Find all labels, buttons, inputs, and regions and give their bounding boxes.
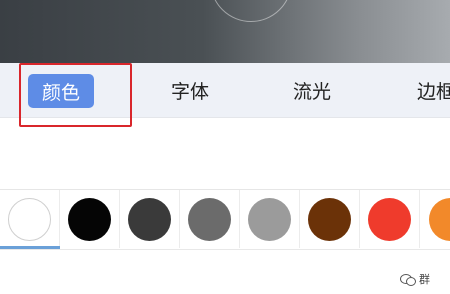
swatch-orange[interactable] [420, 190, 450, 248]
swatch-black-dot [68, 197, 111, 241]
tab-border[interactable]: 边框 [405, 63, 450, 117]
tab-font[interactable]: 字体 [160, 63, 220, 117]
bottom-divider [0, 249, 450, 250]
preview-area [0, 0, 450, 63]
swatch-black[interactable] [60, 190, 120, 248]
swatch-brown-dot [308, 197, 351, 241]
tab-streamer[interactable]: 流光 [282, 63, 342, 117]
swatch-light-gray[interactable] [240, 190, 300, 248]
swatch-dark-gray-dot [128, 197, 171, 241]
swatch-brown[interactable] [300, 190, 360, 248]
watermark: 群 [400, 271, 430, 287]
swatch-red-dot [368, 197, 411, 241]
swatch-dark-gray[interactable] [120, 190, 180, 248]
swatch-gray-dot [188, 197, 231, 241]
app-screen: 颜色 字体 流光 边框 群 [0, 0, 450, 294]
tab-bar: 颜色 字体 流光 边框 [0, 63, 450, 118]
swatch-white[interactable] [0, 190, 60, 248]
preview-circle [210, 0, 292, 22]
swatch-white-dot [8, 197, 51, 241]
color-swatch-row [0, 190, 450, 248]
watermark-text: 群 [419, 273, 430, 286]
swatch-red[interactable] [360, 190, 420, 248]
tab-color[interactable]: 颜色 [28, 74, 94, 108]
swatch-gray[interactable] [180, 190, 240, 248]
wechat-icon [400, 273, 416, 286]
swatch-light-gray-dot [248, 197, 291, 241]
swatch-orange-dot [428, 197, 450, 241]
